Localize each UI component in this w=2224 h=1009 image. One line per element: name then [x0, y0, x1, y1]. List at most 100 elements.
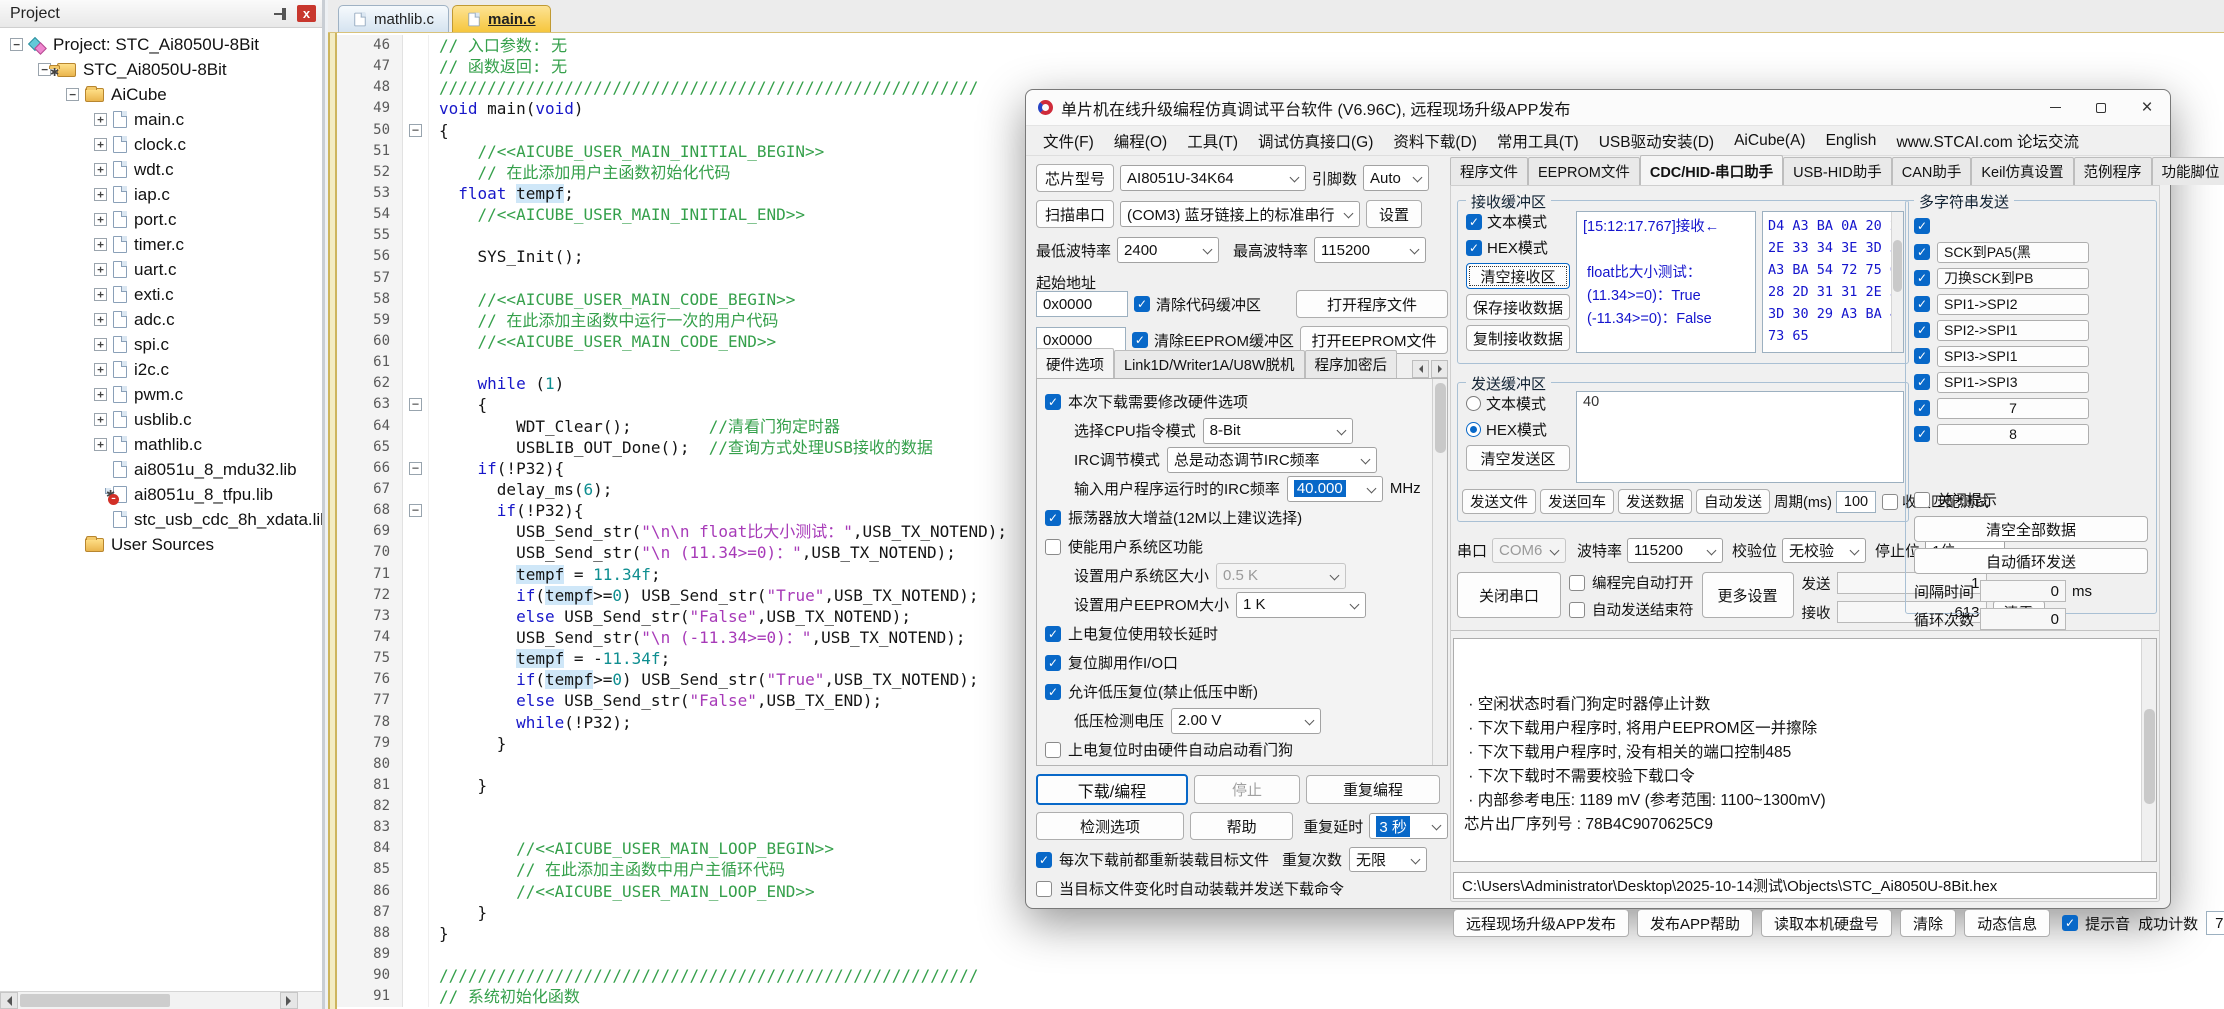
multi-item-field[interactable]: SPI1->SPI2 [1937, 294, 2089, 315]
option-checkbox[interactable]: ✓ [1045, 510, 1061, 526]
multi-item-field[interactable]: SPI2->SPI1 [1937, 320, 2089, 341]
multi-item-checkbox[interactable]: ✓ [1914, 374, 1930, 390]
fold-margin[interactable] [403, 162, 429, 183]
menu--O-[interactable]: 编程(O) [1105, 128, 1176, 154]
fold-margin[interactable] [403, 859, 429, 880]
tree-item-spi-c[interactable]: +spi.c [0, 332, 322, 357]
open-file-button[interactable]: 打开程序文件 [1296, 290, 1448, 318]
help-button[interactable]: 帮助 [1190, 812, 1293, 840]
info-scrollbar[interactable] [2141, 639, 2156, 861]
port-select[interactable]: (COM3) 蓝牙链接上的标准串行 [1120, 201, 1360, 227]
tree-item-ai8051u-8-tfpu-lib[interactable]: ai8051u_8_tfpu.lib [0, 482, 322, 507]
fold-margin[interactable] [403, 648, 429, 669]
tree-item-exti-c[interactable]: +exti.c [0, 282, 322, 307]
expand-icon[interactable]: + [94, 413, 107, 426]
collapse-icon[interactable]: − [10, 38, 23, 51]
save-receive-button[interactable]: 保存接收数据 [1466, 294, 1570, 320]
fold-margin[interactable] [403, 775, 429, 796]
menu--T-[interactable]: 工具(T) [1178, 128, 1247, 154]
tree-item-aicube[interactable]: −AiCube [0, 82, 322, 107]
fold-margin[interactable] [403, 98, 429, 119]
fold-margin[interactable] [403, 564, 429, 585]
bottom-button-读取本机硬盘号[interactable]: 读取本机硬盘号 [1761, 909, 1892, 937]
fold-collapse-icon[interactable]: − [409, 462, 422, 475]
expand-icon[interactable]: + [94, 238, 107, 251]
hex-scrollbar[interactable] [1891, 212, 1903, 352]
tree-item-project-stc-ai8050u-8bit[interactable]: −Project: STC_Ai8050U-8Bit [0, 32, 322, 57]
fold-margin[interactable] [403, 627, 429, 648]
start-address-input[interactable]: 0x0000 [1036, 291, 1128, 317]
fold-margin[interactable] [403, 331, 429, 352]
tab-scroll-left-icon[interactable] [1412, 360, 1429, 378]
fold-margin[interactable] [403, 669, 429, 690]
fold-margin[interactable] [403, 902, 429, 923]
menu-AiCube-A-[interactable]: AiCube(A) [1725, 130, 1815, 152]
fold-margin[interactable] [403, 289, 429, 310]
minimize-button[interactable] [2032, 90, 2078, 126]
send-button-发送数据[interactable]: 发送数据 [1618, 489, 1692, 514]
options-scrollbar[interactable] [1432, 379, 1447, 765]
option-checkbox[interactable] [1045, 539, 1061, 555]
main-tab-4[interactable]: CAN助手 [1892, 157, 1972, 185]
pins-select[interactable]: Auto [1363, 165, 1429, 191]
recv-text-mode-checkbox[interactable]: ✓ [1466, 214, 1482, 230]
option-select[interactable]: 2.00 V [1171, 708, 1321, 734]
bottom-button-远程现场升级APP发布[interactable]: 远程现场升级APP发布 [1453, 909, 1629, 937]
scroll-thumb[interactable] [20, 994, 170, 1007]
expand-icon[interactable]: + [94, 188, 107, 201]
send-text-mode-radio[interactable] [1466, 396, 1481, 411]
copy-receive-button[interactable]: 复制接收数据 [1466, 325, 1570, 351]
tree-item-stc-usb-cdc-8h-xdata-lib[interactable]: stc_usb_cdc_8h_xdata.lib [0, 507, 322, 532]
main-tab-1[interactable]: EEPROM文件 [1528, 157, 1640, 185]
send-button-发送文件[interactable]: 发送文件 [1462, 489, 1536, 514]
fold-margin[interactable] [403, 817, 429, 838]
multi-item-checkbox[interactable]: ✓ [1914, 426, 1930, 442]
project-horizontal-scrollbar[interactable] [0, 991, 322, 1009]
receive-text-area[interactable]: [15:12:17.767]接收← float比大小测试： (11.34>=0)… [1576, 211, 1756, 353]
menu-USB-D-[interactable]: USB驱动安装(D) [1590, 128, 1723, 154]
fold-margin[interactable] [403, 796, 429, 817]
close-icon[interactable]: x [297, 5, 316, 22]
fold-margin[interactable] [403, 606, 429, 627]
editor-tab-main-c[interactable]: main.c [452, 5, 551, 32]
tree-item-iap-c[interactable]: +iap.c [0, 182, 322, 207]
main-tab-0[interactable]: 程序文件 [1450, 157, 1528, 185]
max-baud-select[interactable]: 115200 [1314, 237, 1426, 263]
serial-port-select[interactable]: COM6 [1492, 538, 1566, 563]
send-button-自动发送[interactable]: 自动发送 [1696, 489, 1770, 514]
stop-button[interactable]: 停止 [1194, 775, 1300, 804]
tree-item-i2c-c[interactable]: +i2c.c [0, 357, 322, 382]
menu--F-[interactable]: 文件(F) [1034, 128, 1103, 154]
window-titlebar[interactable]: 单片机在线升级编程仿真调试平台软件 (V6.96C), 远程现场升级APP发布 … [1026, 90, 2170, 126]
expand-icon[interactable]: + [94, 213, 107, 226]
fold-margin[interactable] [403, 246, 429, 267]
multi-item-checkbox[interactable]: ✓ [1914, 322, 1930, 338]
tree-item-stc-ai8050u-8bit[interactable]: −STC_Ai8050U-8Bit [0, 57, 322, 82]
fold-margin[interactable] [403, 690, 429, 711]
beep-checkbox[interactable]: ✓ [2062, 915, 2078, 931]
fold-margin[interactable] [403, 35, 429, 56]
repeat-program-button[interactable]: 重复编程 [1306, 775, 1440, 804]
fold-margin[interactable] [403, 965, 429, 986]
option-checkbox[interactable]: ✓ [1045, 655, 1061, 671]
multi-item-checkbox[interactable]: ✓ [1914, 348, 1930, 364]
tree-item-clock-c[interactable]: +clock.c [0, 132, 322, 157]
check-options-button[interactable]: 检测选项 [1036, 812, 1184, 840]
menu--G-[interactable]: 调试仿真接口(G) [1249, 128, 1382, 154]
fold-margin[interactable] [403, 754, 429, 775]
clear-send-button[interactable]: 清空发送区 [1466, 445, 1570, 471]
multi-item-checkbox[interactable]: ✓ [1914, 218, 1930, 234]
main-tab-3[interactable]: USB-HID助手 [1783, 157, 1892, 185]
fold-margin[interactable] [403, 141, 429, 162]
editor-tab-mathlib-c[interactable]: mathlib.c [338, 5, 449, 32]
option-select[interactable]: 40.000 [1287, 476, 1383, 502]
fold-margin[interactable]: − [403, 120, 429, 141]
send-button-发送回车[interactable]: 发送回车 [1540, 489, 1614, 514]
scroll-left-icon[interactable] [0, 992, 18, 1009]
fold-margin[interactable] [403, 881, 429, 902]
option-select[interactable]: 总是动态调节IRC频率 [1167, 447, 1377, 473]
menu-www-STCAI-com-[interactable]: www.STCAI.com 论坛交流 [1887, 128, 2088, 154]
hw-tab-0[interactable]: 硬件选项 [1036, 348, 1114, 378]
tree-item-mathlib-c[interactable]: +mathlib.c [0, 432, 322, 457]
interval-input[interactable]: 0 [1980, 580, 2066, 602]
